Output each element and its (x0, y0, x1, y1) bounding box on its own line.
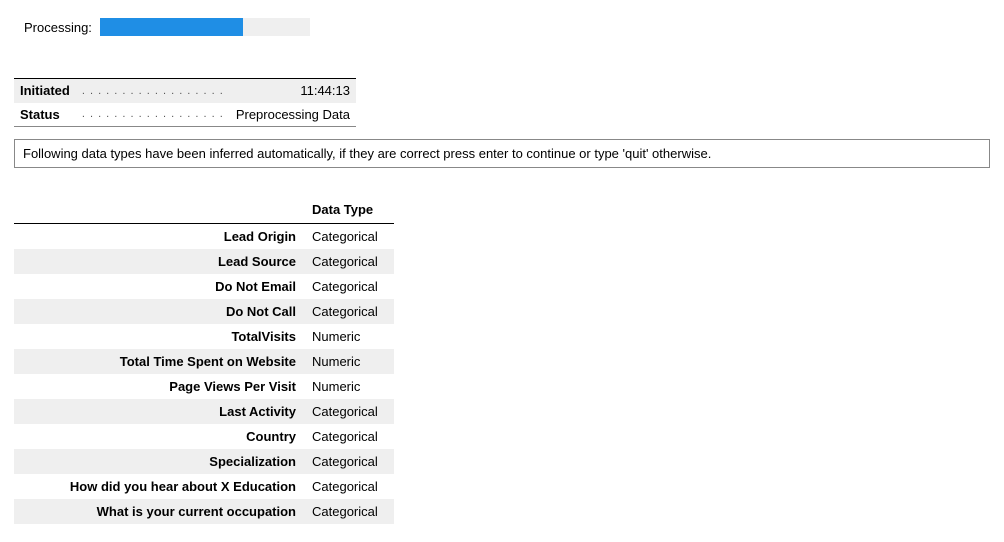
data-type-section: Data Type Lead OriginCategoricalLead Sou… (14, 196, 394, 524)
data-type-row: Last ActivityCategorical (14, 399, 394, 424)
data-type-table: Data Type Lead OriginCategoricalLead Sou… (14, 196, 394, 524)
data-type-row: What is your current occupationCategoric… (14, 499, 394, 524)
status-row: Status. . . . . . . . . . . . . . . . . … (14, 103, 356, 127)
status-table: Initiated. . . . . . . . . . . . . . . .… (14, 78, 356, 127)
inference-message: Following data types have been inferred … (14, 139, 990, 168)
progress-section: Processing: (0, 0, 1004, 36)
feature-name: Lead Source (14, 249, 304, 274)
feature-name: What is your current occupation (14, 499, 304, 524)
data-type-row: Lead SourceCategorical (14, 249, 394, 274)
feature-name: Do Not Call (14, 299, 304, 324)
data-type-header-type: Data Type (304, 196, 394, 224)
status-row: Initiated. . . . . . . . . . . . . . . .… (14, 79, 356, 103)
feature-type: Numeric (304, 349, 394, 374)
feature-type: Categorical (304, 474, 394, 499)
status-key: Status (14, 103, 76, 127)
status-dots: . . . . . . . . . . . . . . . . . . (76, 79, 230, 103)
data-type-row: Lead OriginCategorical (14, 224, 394, 250)
data-type-row: CountryCategorical (14, 424, 394, 449)
feature-name: TotalVisits (14, 324, 304, 349)
status-dots: . . . . . . . . . . . . . . . . . . (76, 103, 230, 127)
progress-bar (100, 18, 310, 36)
data-type-row: How did you hear about X EducationCatego… (14, 474, 394, 499)
status-key: Initiated (14, 79, 76, 103)
data-type-row: Do Not CallCategorical (14, 299, 394, 324)
feature-type: Categorical (304, 424, 394, 449)
feature-name: How did you hear about X Education (14, 474, 304, 499)
feature-type: Categorical (304, 224, 394, 250)
feature-name: Specialization (14, 449, 304, 474)
progress-row: Processing: (24, 18, 1004, 36)
feature-name: Do Not Email (14, 274, 304, 299)
progress-label: Processing: (24, 20, 92, 35)
feature-type: Categorical (304, 249, 394, 274)
feature-name: Lead Origin (14, 224, 304, 250)
feature-type: Categorical (304, 299, 394, 324)
feature-type: Numeric (304, 374, 394, 399)
feature-type: Categorical (304, 449, 394, 474)
feature-type: Categorical (304, 399, 394, 424)
data-type-row: Do Not EmailCategorical (14, 274, 394, 299)
data-type-row: Total Time Spent on WebsiteNumeric (14, 349, 394, 374)
progress-bar-fill (100, 18, 243, 36)
status-value: 11:44:13 (230, 79, 356, 103)
feature-type: Numeric (304, 324, 394, 349)
data-type-row: Page Views Per VisitNumeric (14, 374, 394, 399)
data-type-row: TotalVisitsNumeric (14, 324, 394, 349)
data-type-row: SpecializationCategorical (14, 449, 394, 474)
status-value: Preprocessing Data (230, 103, 356, 127)
feature-type: Categorical (304, 499, 394, 524)
feature-name: Country (14, 424, 304, 449)
data-type-header-name (14, 196, 304, 224)
feature-type: Categorical (304, 274, 394, 299)
feature-name: Page Views Per Visit (14, 374, 304, 399)
feature-name: Total Time Spent on Website (14, 349, 304, 374)
feature-name: Last Activity (14, 399, 304, 424)
